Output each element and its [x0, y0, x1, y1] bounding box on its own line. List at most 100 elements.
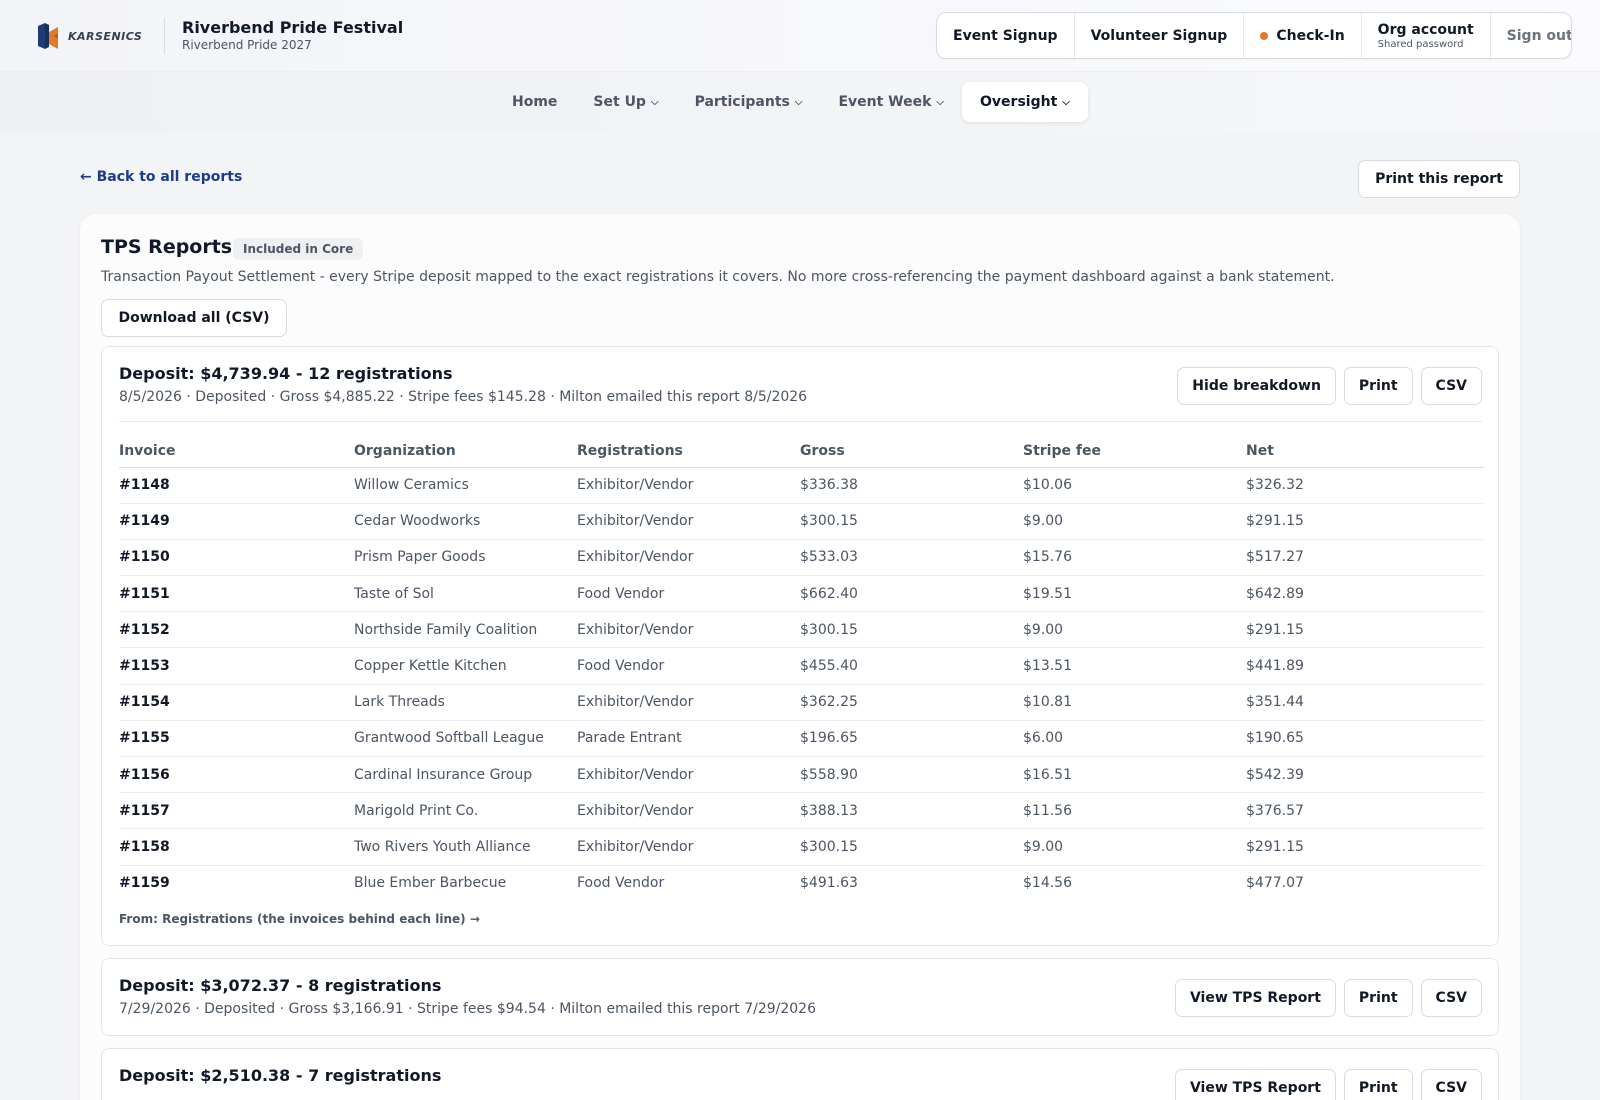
logo-wordmark: KARSENICS: [68, 29, 143, 43]
stripe-fee-cell: $9.00: [1023, 828, 1246, 866]
registration-type-cell: Food Vendor: [577, 875, 665, 892]
csv-deposit-button[interactable]: CSV: [1420, 367, 1482, 405]
gross-cell: $662.40: [800, 575, 1023, 613]
invoice-cell[interactable]: #1157: [119, 792, 354, 830]
invoice-cell[interactable]: #1155: [119, 720, 354, 758]
deposit-divider: [119, 421, 1482, 422]
table-row[interactable]: #1152 Northside Family Coalition Exhibitor…: [119, 611, 1484, 649]
organization-cell: Marigold Print Co.: [354, 792, 577, 830]
invoice-cell[interactable]: #1153: [119, 647, 354, 685]
invoice-cell[interactable]: #1159: [119, 865, 354, 901]
gross-cell: $455.40: [800, 647, 1023, 685]
invoice-cell[interactable]: #1149: [119, 503, 354, 540]
column-organization[interactable]: Organization: [354, 435, 577, 468]
app-title: Riverbend Pride Festival: [182, 18, 404, 37]
csv-deposit-button[interactable]: CSV: [1420, 979, 1482, 1017]
organization-cell: Willow Ceramics: [354, 467, 577, 504]
gross-cell: $300.15: [800, 828, 1023, 866]
top-header: KARSENICS Riverbend Pride Festival River…: [0, 0, 1600, 72]
organization-cell: Two Rivers Youth Alliance: [354, 828, 577, 866]
table-row[interactable]: #1154 Lark Threads Exhibitor/Vendor $362.25…: [119, 684, 1484, 721]
check-in-button[interactable]: Check-In: [1244, 13, 1362, 58]
invoice-cell[interactable]: #1158: [119, 828, 354, 866]
deposit-panel: Deposit: $3,072.37 - 8 registrations 7/2…: [101, 958, 1499, 1036]
org-account-sublabel: Shared password: [1377, 38, 1464, 50]
nav-participants[interactable]: Participants ⌵: [677, 82, 821, 122]
volunteer-signup-button[interactable]: Volunteer Signup: [1075, 13, 1245, 58]
registration-type-cell: Food Vendor: [577, 647, 800, 685]
table-row[interactable]: #1148 Willow Ceramics Exhibitor/Vendor $336…: [119, 467, 1484, 504]
stripe-fee-cell: $19.51: [1023, 575, 1246, 613]
csv-deposit-button[interactable]: CSV: [1420, 1069, 1482, 1100]
invoice-cell[interactable]: #1151: [119, 575, 354, 613]
status-dot-icon: [1260, 31, 1269, 40]
registration-type-cell: Exhibitor/Vendor: [577, 792, 800, 830]
print-deposit-button[interactable]: Print: [1343, 367, 1413, 405]
brand[interactable]: KARSENICS: [36, 20, 142, 52]
nav-home[interactable]: Home: [494, 82, 575, 122]
print-report-button[interactable]: Print this report: [1358, 160, 1520, 198]
invoice-cell[interactable]: #1156: [119, 756, 354, 794]
table-row[interactable]: #1156 Cardinal Insurance Group Exhibitor/V…: [119, 756, 1484, 794]
nav-oversight[interactable]: Oversight ⌵: [962, 82, 1088, 122]
net-cell: $291.15: [1246, 503, 1484, 540]
organization-cell: Copper Kettle Kitchen: [354, 647, 577, 685]
tps-reports-card: TPS Reports Included in Core Transaction…: [80, 214, 1520, 1100]
table-row[interactable]: #1159 Blue Ember Barbecue Food Vendor $491.…: [119, 865, 1484, 901]
column-gross[interactable]: Gross: [800, 435, 1023, 468]
deposit-title: Deposit: $2,510.38 - 7 registrations: [119, 1066, 442, 1085]
deposit-actions: View TPS Report Print CSV: [1174, 979, 1482, 1017]
nav-event-week[interactable]: Event Week ⌵: [820, 82, 962, 122]
registration-type-cell: Parade Entrant: [577, 720, 800, 758]
net-cell: $326.32: [1246, 467, 1484, 504]
column-net[interactable]: Net: [1246, 435, 1484, 468]
invoice-cell[interactable]: #1150: [119, 539, 354, 577]
net-cell: $517.27: [1246, 539, 1484, 577]
net-cell: $190.65: [1246, 720, 1484, 758]
registration-type-cell: Exhibitor/Vendor: [577, 467, 800, 504]
invoice-cell[interactable]: #1148: [119, 467, 354, 504]
main-nav: Home Set Up ⌵ Participants ⌵ Event Week ⌵ O…: [494, 82, 1088, 122]
stripe-fee-cell: $10.81: [1023, 684, 1246, 721]
gross-cell: $491.63: [800, 875, 858, 892]
hide-breakdown-button[interactable]: Hide breakdown: [1177, 367, 1336, 405]
table-row[interactable]: #1150 Prism Paper Goods Exhibitor/Vendor $5…: [119, 539, 1484, 577]
table-header-row: Invoice Organization Registrations Gross…: [119, 435, 1484, 468]
net-cell: $542.39: [1246, 756, 1484, 794]
gross-cell: $336.38: [800, 467, 1023, 504]
nav-participants-label: Participants: [694, 94, 790, 110]
registrations-source-link[interactable]: From: Registrations (the invoices behind…: [119, 912, 480, 926]
table-row[interactable]: #1157 Marigold Print Co. Exhibitor/Vendor $…: [119, 792, 1484, 830]
deposit-actions: Hide breakdown Print CSV: [1177, 367, 1482, 405]
column-invoice[interactable]: Invoice: [119, 435, 354, 468]
table-row[interactable]: #1158 Two Rivers Youth Alliance Exhibitor/…: [119, 828, 1484, 866]
sign-out-button[interactable]: Sign out: [1491, 13, 1571, 58]
event-signup-button[interactable]: Event Signup: [937, 13, 1075, 58]
invoice-cell[interactable]: #1152: [119, 611, 354, 649]
check-in-label: Check-In: [1276, 27, 1345, 44]
column-stripe-fee[interactable]: Stripe fee: [1023, 435, 1246, 468]
table-row[interactable]: #1151 Taste of Sol Food Vendor $662.40 $19.5…: [119, 575, 1484, 613]
download-all-csv-button[interactable]: Download all (CSV): [101, 299, 287, 337]
table-row[interactable]: #1155 Grantwood Softball League Parade Ent…: [119, 720, 1484, 758]
view-tps-report-button[interactable]: View TPS Report: [1174, 979, 1336, 1017]
gross-cell: $362.25: [800, 684, 1023, 721]
view-tps-report-button[interactable]: View TPS Report: [1174, 1069, 1336, 1100]
invoice-cell[interactable]: #1154: [119, 684, 354, 721]
organization-cell: Cardinal Insurance Group: [354, 756, 577, 794]
table-row[interactable]: #1149 Cedar Woodworks Exhibitor/Vendor $300…: [119, 503, 1484, 540]
net-cell: $642.89: [1246, 575, 1484, 613]
print-deposit-button[interactable]: Print: [1343, 979, 1413, 1017]
organization-cell: Cedar Woodworks: [354, 503, 577, 540]
chevron-down-icon: ⌵: [794, 96, 803, 108]
gross-cell: $388.13: [800, 792, 1023, 830]
nav-set-up[interactable]: Set Up ⌵: [575, 82, 676, 122]
registration-type-cell: Exhibitor/Vendor: [577, 539, 800, 577]
nav-home-label: Home: [512, 94, 558, 110]
org-account-button[interactable]: Org account Shared password: [1362, 13, 1491, 58]
table-row[interactable]: #1153 Copper Kettle Kitchen Food Vendor $45…: [119, 647, 1484, 685]
print-deposit-button[interactable]: Print: [1343, 1069, 1413, 1100]
column-registrations[interactable]: Registrations: [577, 435, 800, 468]
back-to-reports-link[interactable]: ← Back to all reports: [80, 169, 242, 185]
deposit-actions: View TPS Report Print CSV: [1174, 1069, 1482, 1100]
